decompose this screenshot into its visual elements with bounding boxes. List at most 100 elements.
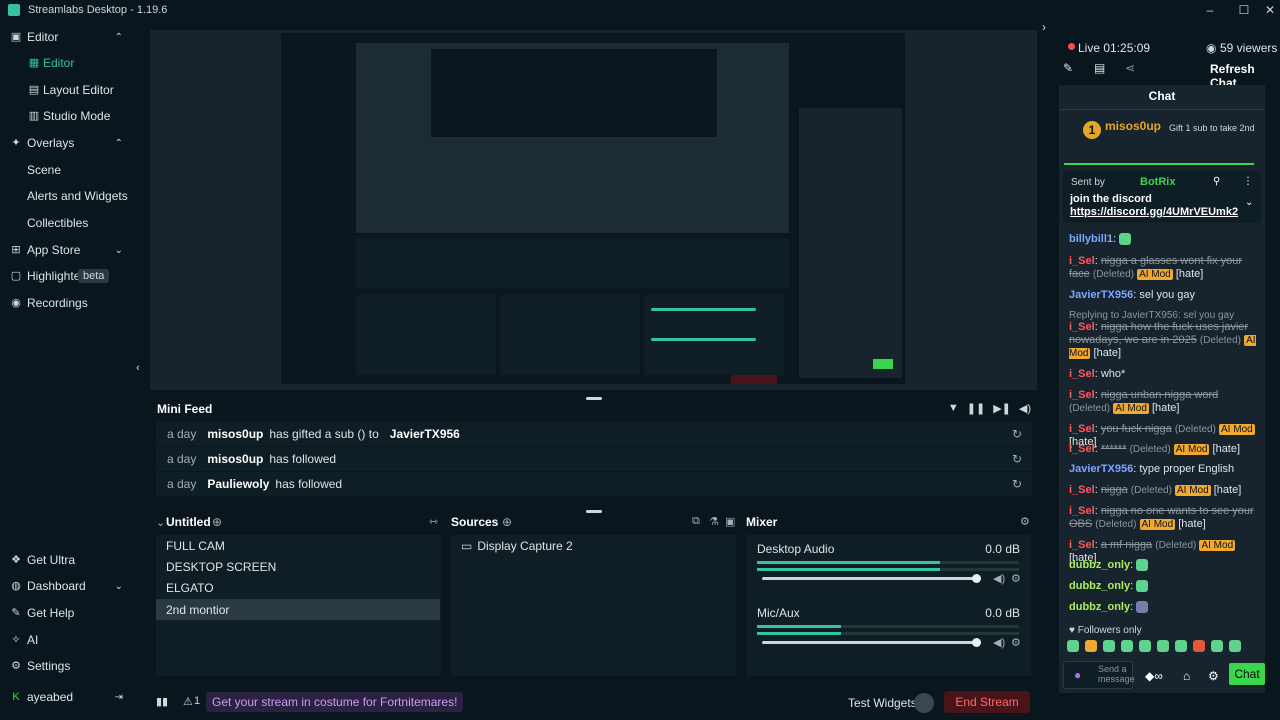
mic-icon[interactable]: ●	[1074, 668, 1081, 682]
emote[interactable]	[1085, 640, 1097, 652]
scene-item[interactable]: ELGATO	[156, 577, 440, 598]
promo-banner[interactable]: Get your stream in costume for Fortnitem…	[206, 692, 464, 712]
sidebar-item-editor[interactable]: ▦ Editor	[0, 50, 137, 76]
chat-message: JavierTX956: type proper English	[1069, 463, 1235, 475]
edit-icon[interactable]: ✎	[1063, 61, 1073, 75]
beta-badge: beta	[78, 269, 110, 283]
volume-slider-knob[interactable]	[972, 638, 981, 647]
sidebar-item-alerts-widgets[interactable]: Alerts and Widgets	[0, 183, 137, 209]
alert-icon[interactable]: ⚠	[183, 695, 193, 708]
source-item[interactable]: ▭ Display Capture 2	[451, 535, 735, 556]
chat-title: Chat	[1148, 89, 1176, 103]
sidebar-user[interactable]: K ayeabed ⇥	[0, 684, 137, 710]
scene-item[interactable]: FULL CAM	[156, 535, 440, 556]
maximize-icon[interactable]: ☐	[1232, 0, 1256, 20]
volume-icon[interactable]: ◀)	[1019, 402, 1031, 415]
chat-message: JavierTX956: sel you gay	[1069, 289, 1195, 301]
sidebar-item-get-ultra[interactable]: ❖ Get Ultra	[0, 547, 137, 573]
send-chat-button[interactable]: Chat	[1229, 663, 1265, 685]
sidebar-item-app-store[interactable]: ⊞ App Store ⌄	[0, 237, 137, 263]
sidebar-item-get-help[interactable]: ✎ Get Help	[0, 600, 137, 626]
message-input[interactable]: ● Send a message	[1063, 661, 1135, 689]
sidebar-item-layout-editor[interactable]: ▤ Layout Editor	[0, 77, 137, 103]
end-stream-button[interactable]: End Stream	[944, 691, 1030, 713]
gear-icon[interactable]: ⚙	[1208, 669, 1219, 683]
pinned-user: BotRix	[1140, 176, 1176, 188]
emote[interactable]	[1157, 640, 1169, 652]
gift-cta[interactable]: Gift 1 sub to take 2nd	[1169, 123, 1259, 133]
share-icon[interactable]: ⋖	[1125, 61, 1135, 75]
collapse-icon[interactable]: ⌄	[156, 516, 165, 529]
emote[interactable]	[1121, 640, 1133, 652]
gear-icon[interactable]: ⚙	[1011, 572, 1021, 585]
transition-icon[interactable]: ⇿	[429, 515, 438, 528]
mini-feed-title: Mini Feed	[157, 402, 213, 416]
sidebar-item-studio-mode[interactable]: ▥ Studio Mode	[0, 103, 137, 129]
close-icon[interactable]: ✕	[1258, 0, 1280, 20]
sidebar-item-settings[interactable]: ⚙ Settings	[0, 653, 137, 679]
sidebar-item-collectibles[interactable]: Collectibles	[0, 210, 137, 236]
filter-icon[interactable]: ▼	[948, 402, 959, 415]
speaker-icon[interactable]: ◀)	[993, 572, 1005, 585]
chat-message: i_Sel: nigga how the fuck uses javier no…	[1069, 321, 1256, 359]
hide-icon[interactable]: ⚗	[709, 515, 719, 528]
volume-slider[interactable]	[762, 641, 978, 644]
stream-preview[interactable]	[150, 30, 1037, 390]
mini-feed-toolbar: ▼ ❚❚ ▶❚ ◀)	[948, 402, 1031, 415]
chat-message: dubbz_only:	[1069, 580, 1259, 593]
emote[interactable]	[1103, 640, 1115, 652]
folder-icon[interactable]: ▣	[725, 515, 735, 528]
add-scene-icon[interactable]: ⊕	[212, 515, 222, 529]
note-icon[interactable]: ▤	[1094, 61, 1105, 75]
overlays-icon: ✦	[11, 137, 21, 149]
status-bar: ▮▮ ⚠ 1 Get your stream in costume for Fo…	[150, 688, 1037, 716]
expand-icon[interactable]: ›	[1042, 20, 1046, 34]
sidebar-item-scene[interactable]: Scene	[0, 157, 137, 183]
pause-icon[interactable]: ❚❚	[967, 402, 985, 415]
volume-slider[interactable]	[762, 577, 978, 580]
gear-icon[interactable]: ⚙	[1011, 636, 1021, 649]
repeat-alert-icon[interactable]: ↻	[1012, 427, 1022, 441]
rec-button[interactable]	[914, 693, 934, 713]
preview-display-capture	[281, 33, 905, 384]
more-icon[interactable]: ⋮	[1243, 176, 1253, 187]
store-icon[interactable]: ⌂	[1183, 669, 1190, 683]
emote[interactable]	[1139, 640, 1151, 652]
repeat-alert-icon[interactable]: ↻	[1012, 452, 1022, 466]
sidebar-item-editor-group[interactable]: ▣ Editor ⌃	[0, 24, 137, 50]
collapse-left-icon[interactable]: ‹	[136, 362, 140, 374]
emote[interactable]	[1211, 640, 1223, 652]
emote-picker-icon[interactable]: ◆∞	[1145, 669, 1163, 683]
emote[interactable]	[1175, 640, 1187, 652]
volume-slider-knob[interactable]	[972, 574, 981, 583]
repeat-alert-icon[interactable]: ↻	[1012, 477, 1022, 491]
sidebar-item-dashboard[interactable]: ◍ Dashboard ⌄	[0, 573, 137, 599]
sidebar-item-recordings[interactable]: ◉ Recordings	[0, 290, 137, 316]
sidebar-item-ai[interactable]: ✧ AI	[0, 627, 137, 653]
scene-item-selected[interactable]: 2nd montior	[156, 599, 440, 620]
sources-title: Sources	[451, 515, 499, 529]
emote[interactable]	[1067, 640, 1079, 652]
scenes-list: FULL CAM DESKTOP SCREEN ELGATO 2nd monti…	[156, 535, 441, 676]
resize-handle[interactable]	[586, 510, 602, 513]
sidebar-item-highlighter[interactable]: ▢ Highlighter beta	[0, 263, 137, 289]
skip-icon[interactable]: ▶❚	[993, 402, 1011, 415]
emote[interactable]	[1229, 640, 1241, 652]
pinned-link[interactable]: https://discord.gg/4UMrVEUmk2	[1070, 206, 1238, 218]
minimize-icon[interactable]: –	[1198, 0, 1222, 20]
scene-item[interactable]: DESKTOP SCREEN	[156, 556, 440, 577]
audio-meter	[757, 625, 1019, 628]
sidebar-item-overlays[interactable]: ✦ Overlays ⌃	[0, 130, 137, 156]
chevron-down-icon[interactable]: ⌄	[1245, 197, 1253, 208]
kick-logo-icon: K	[12, 691, 20, 703]
add-source-icon[interactable]: ⊕	[502, 515, 512, 529]
emote[interactable]	[1193, 640, 1205, 652]
speaker-icon[interactable]: ◀)	[993, 636, 1005, 649]
stats-icon[interactable]: ▮▮	[156, 695, 168, 708]
test-widgets-button[interactable]: Test Widgets	[848, 696, 917, 710]
feed-row: a day Pauliewoly has followed ↻	[156, 472, 1032, 496]
group-icon[interactable]: ⧉	[692, 515, 700, 528]
pinned-message: Sent by BotRix ⚲ ⋮ join the discord http…	[1063, 171, 1261, 223]
pin-icon[interactable]: ⚲	[1213, 176, 1220, 187]
gear-icon[interactable]: ⚙	[1020, 515, 1030, 528]
